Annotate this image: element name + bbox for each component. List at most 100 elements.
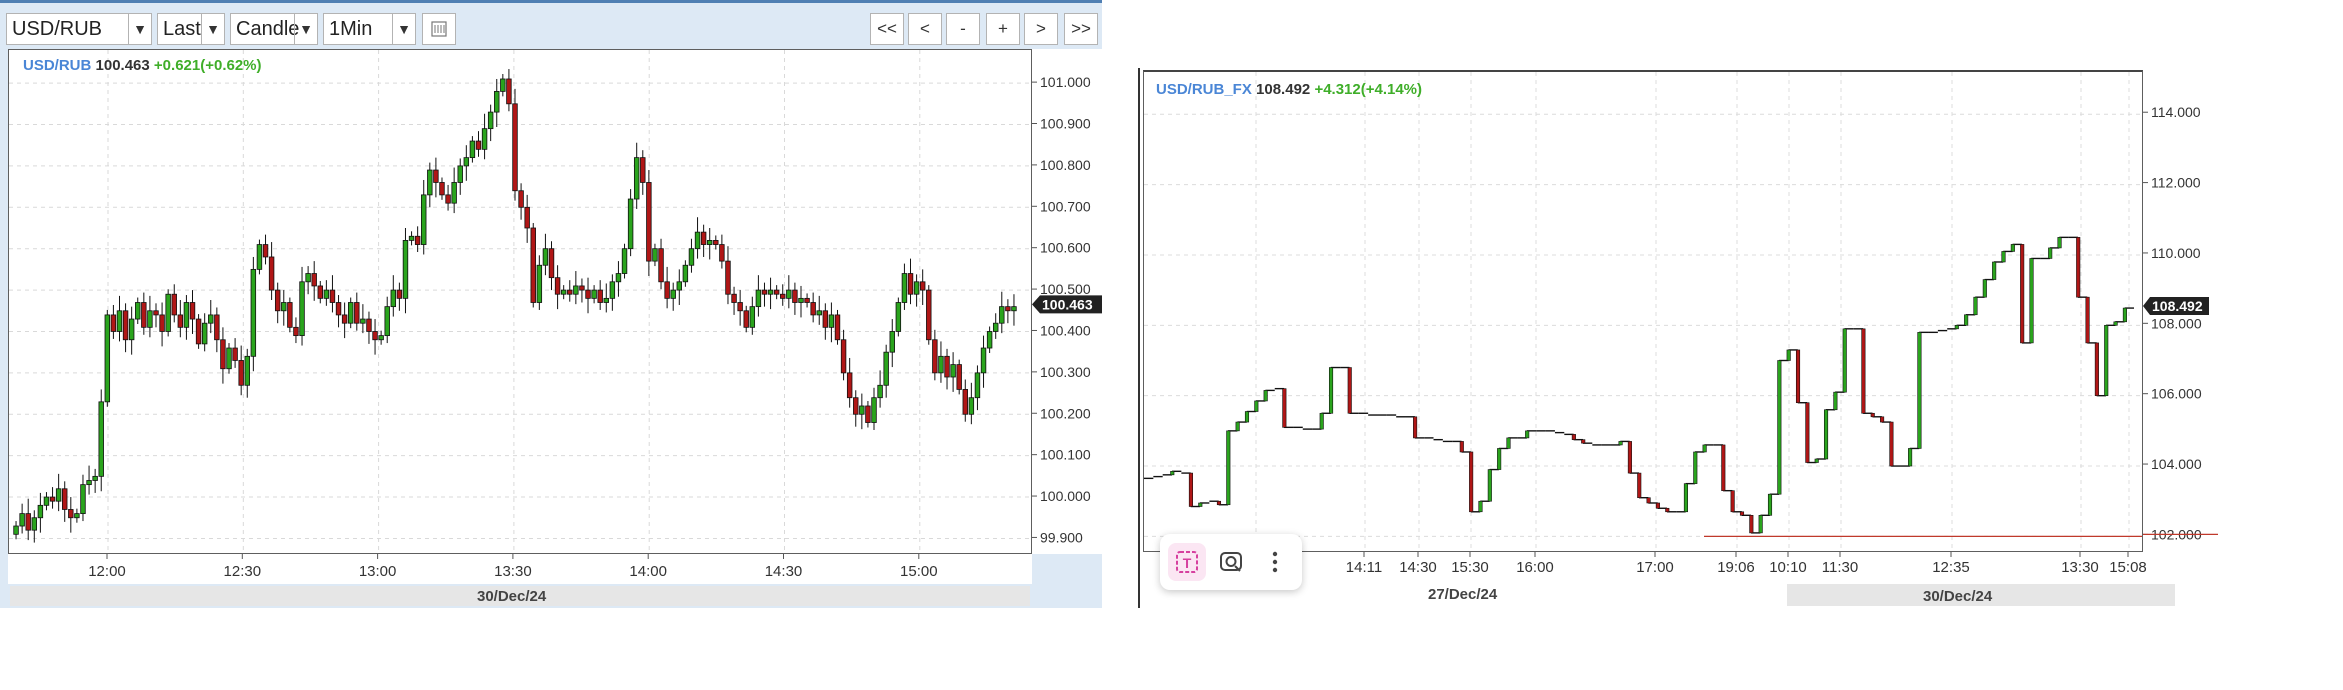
left-candle-body bbox=[494, 90, 500, 113]
left-candle-body bbox=[281, 302, 287, 312]
left-candle-body bbox=[189, 302, 196, 320]
chart-type-dropdown[interactable]: Candle ▼ bbox=[230, 13, 318, 45]
left-y-tick-label: 100.800 bbox=[1040, 157, 1091, 173]
left-candle-body bbox=[165, 293, 171, 332]
left-candle-body bbox=[396, 289, 403, 299]
right-date-label-2: 30/Dec/24 bbox=[1923, 588, 1993, 605]
left-y-axis[interactable]: 101.000 100.900 100.800 100.700 100.600 100.5… bbox=[1032, 49, 1102, 554]
left-candle-body bbox=[895, 302, 902, 332]
left-candle-body bbox=[707, 240, 713, 245]
left-y-tick-label: 100.600 bbox=[1040, 240, 1091, 256]
left-candle-body bbox=[512, 103, 518, 192]
left-candle-body bbox=[585, 289, 591, 299]
left-candle-body bbox=[500, 78, 506, 92]
right-step-bar bbox=[1973, 296, 1978, 316]
left-candle-body bbox=[19, 513, 25, 527]
left-candle-body bbox=[846, 372, 853, 399]
right-legend-change: +4.312(+4.14%) bbox=[1314, 81, 1423, 98]
left-candle-body bbox=[926, 289, 932, 341]
interval-dropdown[interactable]: 1Min ▼ bbox=[323, 13, 416, 45]
left-candle-body bbox=[335, 302, 342, 316]
right-y-axis-svg: 114.000 112.000 110.000 108.000 106.000 104.0… bbox=[2143, 104, 2218, 542]
zoom-out-button[interactable]: - bbox=[946, 13, 980, 45]
right-step-bar bbox=[1730, 490, 1735, 513]
left-candle-body bbox=[299, 281, 305, 337]
right-step-bar bbox=[1627, 441, 1632, 474]
right-step-bar bbox=[1226, 430, 1231, 506]
right-step-bar bbox=[2029, 258, 2034, 344]
left-candle-body bbox=[317, 285, 323, 299]
left-candle-body bbox=[171, 293, 177, 316]
left-candle-body bbox=[378, 335, 384, 341]
right-step-bar bbox=[1982, 279, 1987, 298]
left-candle-body bbox=[122, 310, 129, 341]
right-step-bar bbox=[1767, 493, 1773, 516]
left-candle-body bbox=[658, 248, 664, 283]
left-candle-body bbox=[1011, 306, 1017, 312]
left-x-tick-label: 12:00 bbox=[88, 563, 126, 580]
right-plot-area[interactable]: USD/RUB_FX 108.492 +4.312(+4.14%) bbox=[1143, 70, 2143, 552]
left-x-tick-label: 12:30 bbox=[224, 563, 262, 580]
left-y-tick-label: 99.900 bbox=[1040, 529, 1083, 545]
next-button[interactable]: > bbox=[1024, 13, 1058, 45]
left-candle-body bbox=[932, 339, 938, 374]
left-candle-body bbox=[603, 297, 609, 303]
left-date-bar: 30/Dec/24 bbox=[0, 584, 1102, 608]
left-candle-body bbox=[372, 331, 378, 341]
right-legend-symbol: USD/RUB_FX bbox=[1156, 81, 1252, 98]
left-candle-body bbox=[104, 314, 111, 403]
first-page-button[interactable]: << bbox=[870, 13, 904, 45]
zoom-in-button[interactable]: + bbox=[986, 13, 1020, 45]
left-candle-body bbox=[311, 273, 317, 287]
price-type-dropdown[interactable]: Last ▼ bbox=[157, 13, 225, 45]
symbol-dropdown[interactable]: USD/RUB ▼ bbox=[6, 13, 152, 45]
left-candle-body bbox=[274, 289, 281, 312]
left-candle-body bbox=[773, 289, 780, 295]
left-candle-body bbox=[804, 297, 810, 303]
right-step-bar bbox=[1739, 511, 1745, 516]
left-x-axis-svg: 12:00 12:30 13:00 13:30 14:00 14:30 15:00 bbox=[88, 554, 938, 580]
left-candle-body bbox=[433, 169, 439, 183]
chevron-down-icon[interactable]: ▼ bbox=[392, 14, 415, 44]
text-select-button[interactable]: T bbox=[1168, 543, 1206, 581]
right-x-tick-label: 15:30 bbox=[1451, 559, 1489, 576]
left-candle-body bbox=[469, 140, 476, 159]
left-y-tick-label: 101.000 bbox=[1040, 74, 1091, 90]
left-candle-body bbox=[329, 289, 336, 303]
right-step-bar bbox=[1170, 471, 1175, 476]
left-candle-body bbox=[682, 264, 689, 283]
left-candle-body bbox=[597, 289, 603, 303]
left-candle-body bbox=[256, 244, 263, 270]
chevron-down-icon[interactable]: ▼ bbox=[201, 14, 224, 44]
left-candle-body bbox=[214, 314, 220, 341]
left-candle-body bbox=[816, 310, 822, 316]
left-y-tick-label: 100.500 bbox=[1040, 281, 1091, 297]
left-candle-body bbox=[147, 310, 153, 328]
right-step-bar bbox=[2122, 307, 2127, 323]
left-legend-symbol: USD/RUB bbox=[23, 57, 92, 74]
left-y-tick-label: 100.200 bbox=[1040, 405, 1091, 421]
right-y-axis[interactable]: 114.000 112.000 110.000 108.000 106.000 104.0… bbox=[2143, 70, 2218, 552]
right-step-bar bbox=[1823, 409, 1829, 460]
right-step-bar bbox=[1786, 349, 1791, 361]
left-candle-body bbox=[354, 302, 360, 324]
right-step-bar bbox=[1777, 360, 1782, 495]
right-x-axis[interactable]: 13:3214:1114:3015:3016:0017:0019:0610:10… bbox=[1143, 552, 2218, 580]
right-legend-price: 108.492 bbox=[1256, 81, 1311, 98]
last-page-button[interactable]: >> bbox=[1064, 13, 1098, 45]
more-button[interactable] bbox=[1256, 543, 1294, 581]
left-candle-body bbox=[956, 364, 962, 390]
indicator-icon[interactable] bbox=[422, 13, 456, 45]
chevron-down-icon[interactable]: ▼ bbox=[128, 14, 151, 44]
left-candle-body bbox=[141, 302, 147, 328]
left-candle-body bbox=[323, 289, 330, 299]
chevron-down-icon[interactable]: ▼ bbox=[294, 14, 317, 44]
left-candles-svg bbox=[9, 50, 1031, 553]
right-step-bar bbox=[1571, 434, 1576, 440]
chart-type-value: Candle bbox=[236, 18, 300, 40]
lens-button[interactable] bbox=[1212, 543, 1250, 581]
left-plot-area[interactable]: USD/RUB 100.463 +0.621(+0.62%) bbox=[8, 49, 1032, 554]
left-x-axis[interactable]: 12:00 12:30 13:00 13:30 14:00 14:30 15:00 bbox=[8, 554, 1032, 584]
prev-button[interactable]: < bbox=[908, 13, 942, 45]
left-legend-price: 100.463 bbox=[95, 57, 150, 74]
